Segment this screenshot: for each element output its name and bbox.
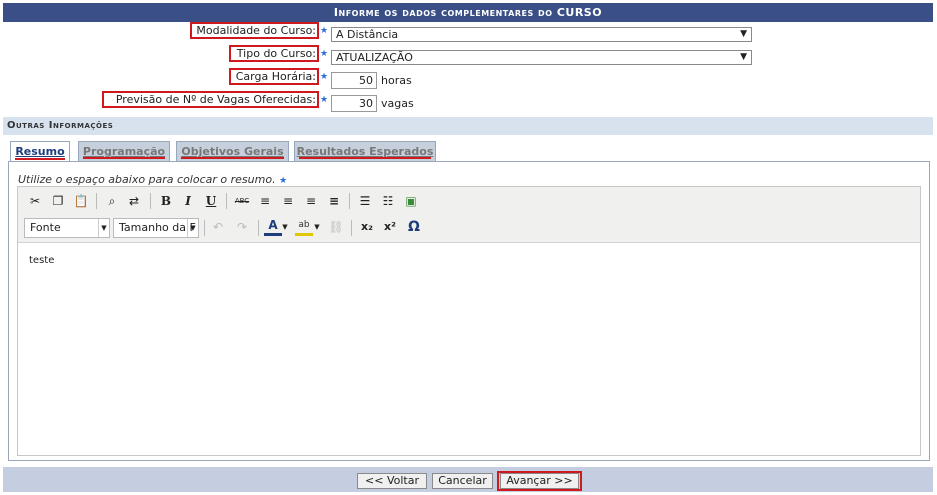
- vagas-unit: vagas: [381, 97, 414, 110]
- numbered-list-icon[interactable]: ☷: [379, 192, 397, 210]
- section-title: Outras Informações: [7, 120, 114, 131]
- vagas-label: Previsão de Nº de Vagas Oferecidas:: [115, 93, 316, 106]
- italic-icon[interactable]: I: [179, 192, 197, 210]
- back-button[interactable]: << Voltar: [357, 473, 427, 489]
- toolbar-separator: [204, 220, 205, 236]
- link-icon[interactable]: ⛓: [327, 218, 345, 236]
- required-star-icon: ★: [279, 176, 288, 186]
- editor-hint: Utilize o espaço abaixo para colocar o r…: [18, 173, 287, 186]
- toolbar-separator: [96, 193, 97, 209]
- dropdown-arrow-icon: ▼: [740, 29, 747, 39]
- modalidade-label: Modalidade do Curso:: [196, 24, 316, 37]
- toolbar-separator: [351, 220, 352, 236]
- bullet-list-icon[interactable]: ☰: [356, 192, 374, 210]
- find-icon[interactable]: ⌕: [103, 192, 121, 210]
- page-header: Informe os dados complementares do CURSO: [3, 3, 933, 22]
- font-select[interactable]: Fonte ▼: [24, 218, 110, 238]
- required-star-icon: ★: [320, 95, 329, 105]
- font-size-select-value: Tamanho da F: [119, 221, 196, 234]
- required-star-icon: ★: [320, 49, 329, 59]
- next-button[interactable]: Avançar >>: [500, 473, 579, 489]
- cut-icon[interactable]: ✂: [26, 192, 44, 210]
- replace-icon[interactable]: ⇄: [125, 192, 143, 210]
- tab-resultados-esperados[interactable]: Resultados Esperados: [294, 141, 436, 161]
- highlight-color-icon[interactable]: ab: [295, 217, 313, 236]
- undo-icon[interactable]: ↶: [209, 218, 227, 236]
- page-header-title: Informe os dados complementares do CURSO: [333, 6, 603, 19]
- toolbar-separator: [226, 193, 227, 209]
- modalidade-select[interactable]: A Distância ▼: [331, 27, 752, 42]
- editor-hint-text: Utilize o espaço abaixo para colocar o r…: [18, 173, 276, 186]
- required-star-icon: ★: [320, 72, 329, 82]
- toolbar-separator: [258, 220, 259, 236]
- carga-label: Carga Horária:: [235, 70, 316, 83]
- modalidade-value: A Distância: [336, 28, 399, 41]
- cancel-button[interactable]: Cancelar: [432, 473, 493, 489]
- special-char-icon[interactable]: Ω: [405, 218, 423, 236]
- dropdown-arrow-icon[interactable]: ▼: [313, 218, 321, 236]
- align-justify-icon[interactable]: ≡: [325, 192, 343, 210]
- carga-input[interactable]: 50: [331, 72, 377, 89]
- editor-content[interactable]: teste: [29, 255, 54, 266]
- subscript-icon[interactable]: x₂: [358, 218, 376, 236]
- tab-underline: [15, 158, 65, 160]
- redo-icon[interactable]: ↷: [233, 218, 251, 236]
- tab-underline: [299, 157, 431, 159]
- align-left-icon[interactable]: ≡: [256, 192, 274, 210]
- underline-icon[interactable]: U: [202, 192, 220, 210]
- tipo-label: Tipo do Curso:: [236, 47, 316, 60]
- section-header: Outras Informações: [3, 117, 933, 135]
- tab-underline: [83, 157, 165, 159]
- tab-label: Resumo: [15, 145, 65, 158]
- vagas-input[interactable]: 30: [331, 95, 377, 112]
- required-star-icon: ★: [320, 26, 329, 36]
- dropdown-arrow-icon: ▼: [740, 52, 747, 62]
- tipo-select[interactable]: ATUALIZAÇÃO ▼: [331, 50, 752, 65]
- tab-programacao[interactable]: Programação: [78, 141, 170, 161]
- tab-objetivos-gerais[interactable]: Objetivos Gerais: [176, 141, 289, 161]
- dropdown-arrow-icon: ▼: [98, 219, 109, 237]
- tipo-value: ATUALIZAÇÃO: [336, 51, 413, 64]
- align-right-icon[interactable]: ≡: [302, 192, 320, 210]
- paste-icon[interactable]: 📋: [72, 192, 90, 210]
- toolbar-separator: [349, 193, 350, 209]
- tab-underline: [181, 157, 284, 159]
- toolbar-separator: [150, 193, 151, 209]
- dropdown-arrow-icon: ▼: [187, 219, 198, 237]
- font-color-icon[interactable]: A: [264, 217, 282, 236]
- bold-icon[interactable]: B: [157, 192, 175, 210]
- font-select-value: Fonte: [30, 221, 61, 234]
- editor-toolbar: ✂ ❐ 📋 ⌕ ⇄ B I U ABC ≡ ≡ ≡ ≡ ☰ ☷ ▣ Fonte ▼…: [18, 187, 920, 243]
- dropdown-arrow-icon[interactable]: ▼: [281, 218, 289, 236]
- copy-icon[interactable]: ❐: [49, 192, 67, 210]
- align-center-icon[interactable]: ≡: [279, 192, 297, 210]
- carga-unit: horas: [381, 74, 412, 87]
- superscript-icon[interactable]: x²: [381, 218, 399, 236]
- tab-resumo[interactable]: Resumo: [10, 141, 70, 162]
- strikethrough-icon[interactable]: ABC: [233, 192, 251, 210]
- font-size-select[interactable]: Tamanho da F ▼: [113, 218, 199, 238]
- image-icon[interactable]: ▣: [402, 192, 420, 210]
